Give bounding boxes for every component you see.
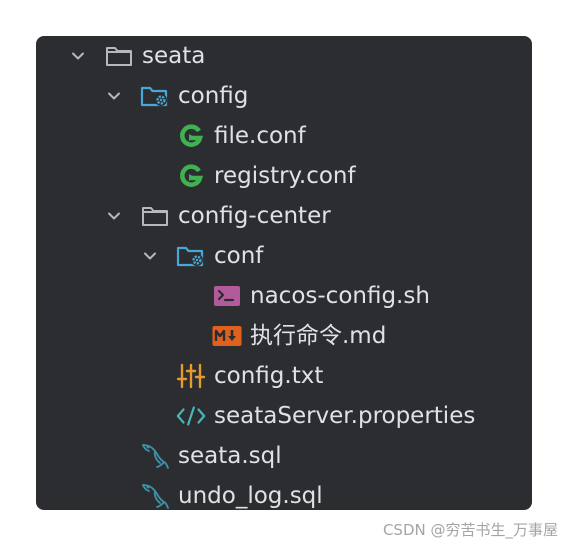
tree-item-label: registry.conf (214, 163, 356, 189)
tree-item-label: config.txt (214, 363, 324, 389)
tree-item-conf[interactable]: conf (36, 236, 532, 276)
tree-item-label: file.conf (214, 123, 306, 149)
tree-item-label: nacos-config.sh (250, 283, 430, 309)
project-tree-panel: seata config file.conf registry.conf con… (36, 36, 532, 510)
tree-item-label: config (178, 83, 249, 109)
code-brackets-icon (176, 401, 206, 431)
tree-item-config[interactable]: config (36, 76, 532, 116)
tree-item-file-conf[interactable]: file.conf (36, 116, 532, 156)
chevron-down-icon[interactable] (102, 84, 126, 108)
hocon-file-icon (176, 161, 206, 191)
folder-icon (140, 201, 170, 231)
tree-item-undo-log-sql[interactable]: undo_log.sql (36, 476, 532, 510)
tree-item-seata-sql[interactable]: seata.sql (36, 436, 532, 476)
chevron-down-icon[interactable] (102, 204, 126, 228)
chevron-down-icon[interactable] (66, 44, 90, 68)
mysql-dolphin-icon (140, 441, 170, 471)
tree-item-nacos-config-sh[interactable]: nacos-config.sh (36, 276, 532, 316)
mysql-dolphin-icon (140, 481, 170, 510)
hocon-file-icon (176, 121, 206, 151)
tree-item-label: 执行命令.md (250, 323, 387, 349)
tree-item-label: seata.sql (178, 443, 282, 469)
tree-item-label: config-center (178, 203, 331, 229)
tree-item-config-center[interactable]: config-center (36, 196, 532, 236)
folder-icon (104, 41, 134, 71)
csdn-watermark: CSDN @穷苦书生_万事屋 (382, 521, 558, 539)
config-folder-icon (176, 241, 206, 271)
config-folder-icon (140, 81, 170, 111)
markdown-icon (212, 321, 242, 351)
tree-item-readme-md[interactable]: 执行命令.md (36, 316, 532, 356)
tree-item-seata[interactable]: seata (36, 36, 532, 76)
tree-item-label: undo_log.sql (178, 483, 323, 509)
tree-item-config-txt[interactable]: config.txt (36, 356, 532, 396)
shell-script-icon (212, 281, 242, 311)
tree-item-label: seata (142, 43, 206, 69)
settings-sliders-icon (176, 361, 206, 391)
tree-item-seataserver-properties[interactable]: seataServer.properties (36, 396, 532, 436)
chevron-down-icon[interactable] (138, 244, 162, 268)
tree-item-registry-conf[interactable]: registry.conf (36, 156, 532, 196)
tree-item-label: conf (214, 243, 264, 269)
tree-item-label: seataServer.properties (214, 403, 476, 429)
